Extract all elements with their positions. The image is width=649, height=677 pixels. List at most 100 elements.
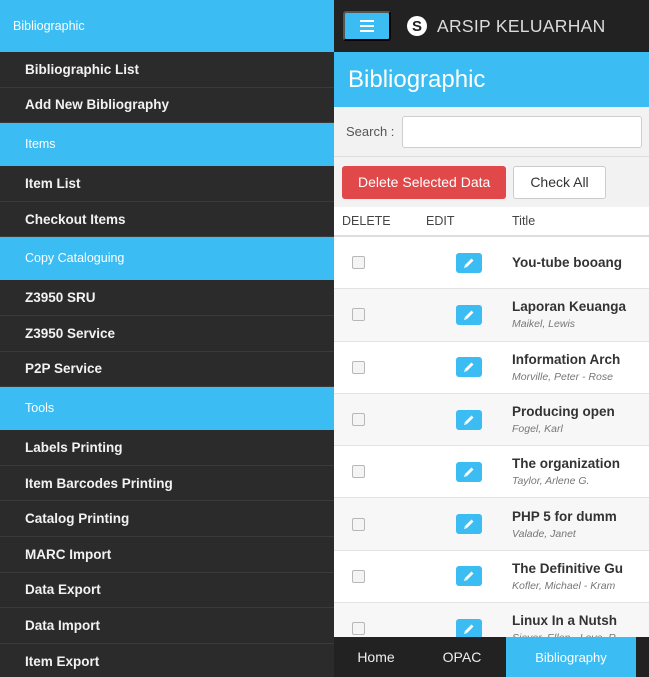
title-cell: The organization Taylor, Arlene G. <box>512 456 649 487</box>
edit-cell <box>412 514 512 535</box>
edit-cell <box>412 618 512 637</box>
title-cell: Producing open Fogel, Karl <box>512 404 649 435</box>
sidebar-item-z3950-sru[interactable]: Z3950 SRU <box>0 280 334 316</box>
sidebar-item-checkout-items[interactable]: Checkout Items <box>0 202 334 238</box>
edit-button[interactable] <box>456 514 482 535</box>
edit-cell <box>412 461 512 482</box>
edit-button[interactable] <box>456 566 482 587</box>
table-row: You-tube booang <box>334 237 649 290</box>
sidebar-item-item-barcodes-printing[interactable]: Item Barcodes Printing <box>0 466 334 502</box>
pencil-icon <box>462 360 476 374</box>
delete-checkbox[interactable] <box>352 360 365 374</box>
pencil-icon <box>462 569 476 583</box>
title-cell: Laporan Keuanga Maikel, Lewis <box>512 299 649 330</box>
book-author: Fogel, Karl <box>512 423 563 436</box>
search-input[interactable] <box>402 115 643 148</box>
sidebar-item-z3950-service[interactable]: Z3950 Service <box>0 316 334 352</box>
sidebar-item-labels-printing[interactable]: Labels Printing <box>0 430 334 466</box>
pencil-icon <box>462 413 476 427</box>
sidebar-item-data-export[interactable]: Data Export <box>0 573 334 609</box>
book-author: Morville, Peter - Rose <box>512 370 613 383</box>
edit-cell <box>412 566 512 587</box>
delete-checkbox[interactable] <box>352 413 365 427</box>
menu-toggle-button[interactable] <box>343 11 391 41</box>
check-all-button[interactable]: Check All <box>513 165 606 199</box>
sidebar-item-catalog-printing[interactable]: Catalog Printing <box>0 501 334 537</box>
sidebar-item-item-list[interactable]: Item List <box>0 166 334 202</box>
edit-cell <box>412 409 512 430</box>
sidebar-header-tools[interactable]: Tools <box>0 387 334 431</box>
delete-checkbox[interactable] <box>352 256 365 270</box>
sidebar-item-marc-import[interactable]: MARC Import <box>0 537 334 573</box>
sidebar-item-item-export[interactable]: Item Export <box>0 644 334 677</box>
book-title[interactable]: Producing open <box>512 404 649 419</box>
sidebar-item-add-new-bibliography[interactable]: Add New Bibliography <box>0 88 334 124</box>
sidebar: Bibliographic Bibliographic List Add New… <box>0 0 334 677</box>
app-title: ARSIP KELUARHAN <box>437 15 606 36</box>
book-title[interactable]: Information Arch <box>512 352 649 367</box>
delete-checkbox[interactable] <box>352 308 365 322</box>
sidebar-item-data-import[interactable]: Data Import <box>0 608 334 644</box>
book-title[interactable]: The Definitive Gu <box>512 561 649 576</box>
top-bar: S ARSIP KELUARHAN <box>334 0 649 52</box>
book-author: Taylor, Arlene G. <box>512 475 590 488</box>
delete-checkbox[interactable] <box>352 622 365 636</box>
delete-checkbox[interactable] <box>352 465 365 479</box>
table-row: The Definitive Gu Kofler, Michael - Kram <box>334 551 649 604</box>
table-row: Linux In a NutshSiever, Ellen - Love, R <box>334 603 649 637</box>
pencil-icon <box>462 256 476 270</box>
edit-button[interactable] <box>456 304 482 325</box>
book-title[interactable]: Laporan Keuanga <box>512 299 649 314</box>
delete-cell <box>334 569 412 583</box>
table-row: Producing open Fogel, Karl <box>334 393 649 447</box>
column-header-edit: EDIT <box>426 214 455 228</box>
book-title[interactable]: You-tube booang <box>512 255 649 270</box>
delete-cell <box>334 256 412 270</box>
title-cell: PHP 5 for dumm Valade, Janet <box>512 509 649 540</box>
book-title[interactable]: PHP 5 for dumm <box>512 509 649 524</box>
hamburger-icon <box>360 20 374 32</box>
sidebar-item-bibliographic-list[interactable]: Bibliographic List <box>0 52 334 88</box>
book-title[interactable]: The organization <box>512 456 649 471</box>
delete-cell <box>334 413 412 427</box>
section-header: Bibliographic <box>334 52 649 107</box>
search-label: Search : <box>346 124 395 139</box>
bottom-nav: Home OPAC Bibliography <box>334 637 649 677</box>
column-header-title[interactable]: Title <box>512 214 649 228</box>
title-cell: You-tube booang <box>512 255 649 270</box>
table-body: You-tube booang Laporan Keuanga Maikel, Le… <box>334 237 649 637</box>
edit-button[interactable] <box>456 618 482 637</box>
table-row: Information Arch Morville, Peter - Rose <box>334 342 649 394</box>
nav-opac[interactable]: OPAC <box>418 637 506 677</box>
sidebar-header-copy-cataloguing[interactable]: Copy Cataloguing <box>0 237 334 281</box>
search-bar: Search : <box>334 107 649 157</box>
sidebar-item-p2p-service[interactable]: P2P Service <box>0 352 334 388</box>
edit-button[interactable] <box>456 409 482 430</box>
pencil-icon <box>462 465 476 479</box>
delete-checkbox[interactable] <box>352 569 365 583</box>
edit-button[interactable] <box>456 461 482 482</box>
action-bar: Delete Selected Data Check All <box>334 157 649 207</box>
book-title[interactable]: Linux In a Nutsh <box>512 613 649 628</box>
sidebar-header-bibliographic[interactable]: Bibliographic <box>0 0 334 52</box>
table-row: Laporan Keuanga Maikel, Lewis <box>334 289 649 342</box>
s-logo-icon: S <box>407 16 427 36</box>
title-cell: Linux In a NutshSiever, Ellen - Love, R <box>512 613 649 637</box>
nav-bibliography[interactable]: Bibliography <box>506 637 636 677</box>
edit-button[interactable] <box>456 252 482 273</box>
delete-cell <box>334 360 412 374</box>
delete-checkbox[interactable] <box>352 517 365 531</box>
pencil-icon <box>462 308 476 322</box>
edit-cell <box>412 357 512 378</box>
book-author: Maikel, Lewis <box>512 318 576 331</box>
page-title: Bibliographic <box>348 65 486 93</box>
delete-cell <box>334 465 412 479</box>
sidebar-header-items[interactable]: Items <box>0 123 334 167</box>
nav-home[interactable]: Home <box>334 637 418 677</box>
edit-button[interactable] <box>456 357 482 378</box>
column-header-delete: DELETE <box>342 214 391 228</box>
delete-selected-button[interactable]: Delete Selected Data <box>342 165 507 199</box>
table-row: The organization Taylor, Arlene G. <box>334 446 649 499</box>
table-row: PHP 5 for dumm Valade, Janet <box>334 498 649 551</box>
edit-cell <box>412 304 512 325</box>
